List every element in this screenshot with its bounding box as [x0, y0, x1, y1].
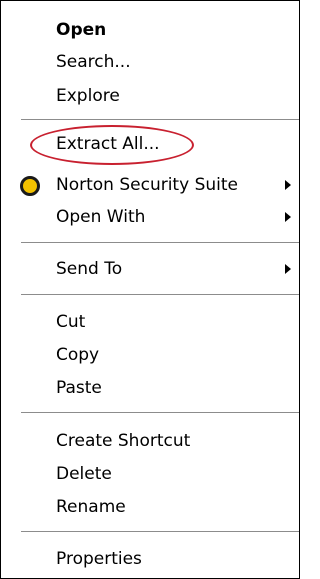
menu-item-label: Search...	[56, 52, 131, 72]
menu-item-properties[interactable]: Properties	[1, 544, 299, 574]
menu-separator	[21, 242, 299, 243]
menu-item-send-to[interactable]: Send To	[1, 254, 299, 284]
menu-item-open[interactable]: Open	[1, 15, 299, 45]
submenu-arrow-icon	[285, 212, 291, 222]
menu-item-label: Extract All...	[56, 134, 160, 154]
submenu-arrow-icon	[285, 180, 291, 190]
menu-item-label: Properties	[56, 549, 142, 569]
menu-item-extract-all[interactable]: Extract All...	[1, 129, 299, 159]
submenu-arrow-icon	[285, 264, 291, 274]
menu-item-rename[interactable]: Rename	[1, 492, 299, 522]
menu-item-label: Rename	[56, 497, 126, 517]
menu-item-label: Copy	[56, 345, 100, 365]
menu-separator	[21, 531, 299, 532]
menu-item-copy[interactable]: Copy	[1, 340, 299, 370]
menu-separator	[21, 294, 299, 295]
menu-item-label: Send To	[56, 259, 123, 279]
menu-item-label: Norton Security Suite	[56, 175, 238, 195]
menu-item-search[interactable]: Search...	[1, 47, 299, 77]
menu-item-open-with[interactable]: Open With	[1, 202, 299, 232]
menu-item-norton-security-suite[interactable]: Norton Security Suite	[1, 170, 299, 200]
menu-item-paste[interactable]: Paste	[1, 373, 299, 403]
menu-item-label: Explore	[56, 86, 120, 106]
menu-item-delete[interactable]: Delete	[1, 459, 299, 489]
menu-item-cut[interactable]: Cut	[1, 307, 299, 337]
menu-item-label: Open	[56, 20, 107, 40]
menu-item-label: Open With	[56, 207, 146, 227]
menu-item-label: Cut	[56, 312, 86, 332]
norton-circle-icon	[20, 176, 40, 196]
menu-item-create-shortcut[interactable]: Create Shortcut	[1, 426, 299, 456]
menu-item-label: Create Shortcut	[56, 431, 191, 451]
menu-separator	[21, 412, 299, 413]
context-menu: Open Search... Explore Extract All... No…	[0, 0, 300, 579]
menu-item-label: Paste	[56, 378, 102, 398]
menu-item-label: Delete	[56, 464, 112, 484]
menu-separator	[21, 119, 299, 120]
menu-item-explore[interactable]: Explore	[1, 81, 299, 111]
